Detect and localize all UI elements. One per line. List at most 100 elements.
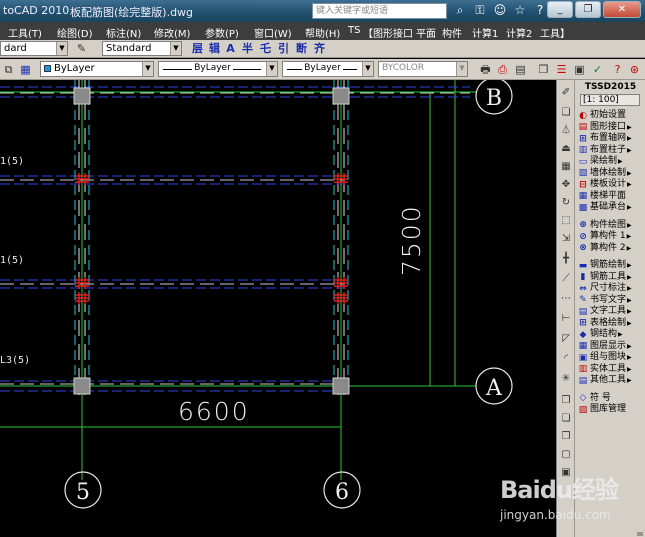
menu-draw[interactable]: 绘图(D) (57, 25, 93, 40)
tssd-item[interactable]: ▣ 组与图块 ▶ (577, 352, 644, 363)
lineweight-combo[interactable]: ByLayer ▼ (282, 61, 374, 77)
print-icon[interactable]: 🖶 (478, 62, 493, 77)
ts-align-button[interactable]: 齐 (312, 41, 327, 56)
tssd-item[interactable]: ⊟ 楼板设计 ▶ (577, 179, 644, 190)
tssd-item[interactable]: ▦ 楼梯平面 (577, 191, 644, 202)
tssd-item[interactable]: ◇ 符 号 (577, 393, 644, 404)
tssd-item[interactable]: ◐ 初始设置 (577, 110, 644, 121)
rotate-icon[interactable]: ↻ (558, 196, 574, 210)
menu-calc2[interactable]: 计算2 (506, 25, 532, 40)
trim-icon[interactable]: ╋ (558, 252, 574, 266)
user-icon[interactable]: ☺ (492, 2, 508, 19)
mirror-icon[interactable]: ⏃ (558, 124, 574, 138)
tssd-item[interactable]: ⊞ 布置轴网 ▶ (577, 133, 644, 144)
tssd-item[interactable]: ⇔ 尺寸标注 ▶ (577, 283, 644, 294)
star-icon[interactable]: ☆ (512, 2, 528, 19)
tssd-item[interactable]: ▤ 其他工具 ▶ (577, 375, 644, 386)
tssd-item[interactable]: ▦ 图层显示 ▶ (577, 341, 644, 352)
binoculars-icon[interactable]: ⌕ (452, 2, 468, 19)
offset-icon[interactable]: ⏏ (558, 142, 574, 156)
menu-tools[interactable]: 工具(T) (8, 25, 42, 40)
color-combo[interactable]: ByLayer ▼ (40, 61, 154, 77)
plot-preview-icon[interactable]: ⎙ (495, 62, 510, 77)
menu-dimension[interactable]: 标注(N) (106, 25, 141, 40)
match-properties-icon[interactable]: ⧉ (1, 62, 16, 77)
menu-graphic-interface[interactable]: 【图形接口 (363, 25, 413, 40)
ts-text-button[interactable]: A (223, 41, 238, 56)
menu-calc1[interactable]: 计算1 (472, 25, 498, 40)
restore-button[interactable]: ❐ (575, 1, 601, 18)
fillet-icon[interactable]: ◜ (558, 352, 574, 366)
chevron-down-icon[interactable]: ▼ (362, 62, 373, 76)
layer-previous-icon[interactable]: ▦ (18, 62, 33, 77)
tssd-item[interactable]: ⊞ 表格绘制 ▶ (577, 318, 644, 329)
break-icon[interactable]: ⋯ (558, 292, 574, 306)
group-icon[interactable]: ▢ (558, 448, 574, 462)
tssd-item[interactable]: ▤ 文字工具 ▶ (577, 306, 644, 317)
menu-tools-ts[interactable]: 工具】 (540, 25, 570, 40)
erase-icon[interactable]: ✐ (558, 86, 574, 100)
tssd-scale[interactable]: [1: 100] (580, 94, 640, 106)
text-style-combo[interactable]: dard ▼ (0, 41, 68, 56)
properties-icon[interactable]: ☰ (554, 62, 569, 77)
help-icon[interactable]: ? (532, 2, 548, 19)
brush-icon[interactable]: ✎ (74, 41, 89, 56)
tssd-item[interactable]: ▧ 墙体绘制 ▶ (577, 168, 644, 179)
tssd-item[interactable]: ✎ 书写文字 ▶ (577, 295, 644, 306)
ts-hair-button[interactable]: 乇 (258, 41, 273, 56)
chevron-down-icon[interactable]: ▼ (456, 62, 467, 76)
menu-help[interactable]: 帮助(H) (305, 25, 340, 40)
publish-icon[interactable]: ▤ (513, 62, 528, 77)
tssd-item[interactable]: ⊘ 算构件 1 ▶ (577, 231, 644, 242)
tssd-item[interactable]: ⊗ 算构件 2 ▶ (577, 243, 644, 254)
tssd-item[interactable]: ▧ 图库管理 (577, 404, 644, 415)
tssd-item[interactable]: ▮ 钢筋工具 ▶ (577, 272, 644, 283)
search-input[interactable]: 键入关键字或短语 (312, 3, 447, 19)
copy-icon[interactable]: ❏ (558, 106, 574, 120)
ts-layer-button[interactable]: 层 (190, 41, 205, 56)
tssd-item[interactable]: ◆ 钢结构 ▶ (577, 329, 644, 340)
menu-plan[interactable]: 平面 (416, 25, 436, 40)
info-icon[interactable]: ⊛ (627, 62, 642, 77)
scale-icon[interactable]: ⬚ (558, 214, 574, 228)
minimize-button[interactable]: _ (547, 1, 573, 18)
close-button[interactable]: ✕ (603, 1, 641, 18)
tssd-item[interactable]: ▥ 实体工具 ▶ (577, 364, 644, 375)
chevron-down-icon[interactable]: ▼ (142, 62, 153, 76)
tool-palette-icon[interactable]: ▣ (572, 62, 587, 77)
block-insert-icon[interactable]: ❒ (558, 430, 574, 444)
folder-icon[interactable]: ❐ (536, 62, 551, 77)
chevron-down-icon[interactable]: ▼ (56, 42, 67, 55)
menu-window[interactable]: 窗口(W) (254, 25, 292, 40)
linetype-combo[interactable]: ByLayer ▼ (158, 61, 278, 77)
key-icon[interactable]: ⚿ (472, 2, 488, 19)
array-icon[interactable]: ▦ (558, 160, 574, 174)
menu-member[interactable]: 构件 (442, 25, 462, 40)
plotstyle-combo[interactable]: BYCOLOR ▼ (378, 61, 468, 77)
ts-edit-button[interactable]: 辑 (207, 41, 222, 56)
chamfer-icon[interactable]: ◸ (558, 332, 574, 346)
drawing-canvas[interactable]: 1(5) 1(5) L3(5) 7500 6600 B A 5 6 (0, 80, 556, 537)
join-icon[interactable]: ⊢ (558, 312, 574, 326)
tssd-item[interactable]: ▤ 图形接口 ▶ (577, 122, 644, 133)
chevron-down-icon[interactable]: ▼ (170, 42, 181, 55)
layer-state-icon[interactable]: ❏ (558, 412, 574, 426)
tssd-item[interactable]: ▬ 钢筋绘制 ▶ (577, 260, 644, 271)
dim-style-combo[interactable]: Standard ▼ (102, 41, 182, 56)
layer-props-icon[interactable]: ❐ (558, 394, 574, 408)
help-icon[interactable]: ? (610, 62, 625, 77)
stretch-icon[interactable]: ⇲ (558, 232, 574, 246)
ts-break-button[interactable]: 断 (294, 41, 309, 56)
ts-lead-button[interactable]: 引 (276, 41, 291, 56)
ts-half-button[interactable]: 半 (240, 41, 255, 56)
move-icon[interactable]: ✥ (558, 178, 574, 192)
tssd-item[interactable]: ⊕ 构件绘图 ▶ (577, 220, 644, 231)
chevron-down-icon[interactable]: ▼ (266, 62, 277, 76)
menu-params[interactable]: 参数(P) (205, 25, 239, 40)
tssd-item[interactable]: ▩ 基础承台 ▶ (577, 202, 644, 213)
explode-icon[interactable]: ✳ (558, 372, 574, 386)
tssd-item[interactable]: ▭ 梁绘制 ▶ (577, 156, 644, 167)
menu-ts[interactable]: TS (348, 25, 360, 36)
menu-modify[interactable]: 修改(M) (154, 25, 190, 40)
extend-icon[interactable]: ⟋ (558, 272, 574, 286)
